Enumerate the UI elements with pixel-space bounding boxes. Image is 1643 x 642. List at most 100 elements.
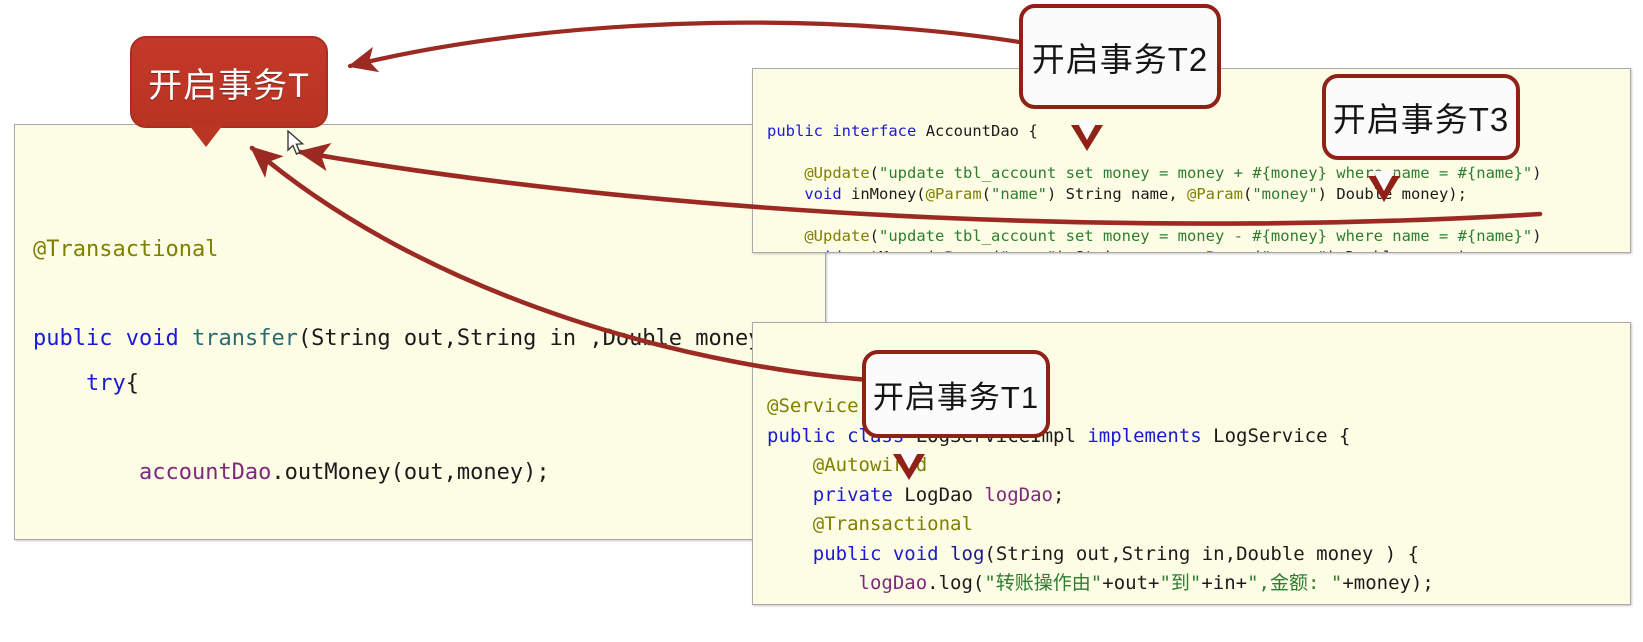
code-token: "update tbl_account set money = money - … — [879, 227, 1533, 245]
code-token: ( — [1242, 185, 1253, 203]
code-token: public — [767, 424, 836, 447]
mouse-pointer-icon — [287, 130, 305, 155]
code-line: @Transactional — [767, 510, 1630, 540]
code-token: outMoney( — [842, 248, 935, 252]
code-token: AccountDao — [925, 122, 1020, 140]
code-token: void — [804, 248, 841, 252]
code-token: LogService { — [1201, 424, 1351, 447]
code-line: accountDao.outMoney(out,money); — [33, 451, 825, 496]
code-token: .outMoney(out,money); — [271, 459, 550, 485]
code-line: void inMoney(@Param("name") String name,… — [767, 184, 1630, 205]
code-token: ) String name, — [1047, 185, 1187, 203]
code-line: @Transactional — [33, 228, 825, 273]
callout-transaction-t2-label: 开启事务T2 — [1031, 40, 1209, 78]
code-token: log — [950, 542, 985, 565]
code-line: void outMoney(@Param("name") String name… — [767, 247, 1630, 252]
code-token: @Param — [1196, 248, 1252, 252]
code-token: public — [33, 326, 113, 351]
code-line: try{ — [33, 362, 825, 407]
code-token: implements — [1087, 424, 1202, 447]
code-token: ) Double money); — [1327, 248, 1476, 252]
code-token: "到" — [1159, 572, 1202, 594]
code-token: void — [892, 542, 939, 565]
code-panel-account-service: @Transactional public void transfer(Stri… — [14, 124, 826, 540]
code-line: @Update("update tbl_account set money = … — [767, 163, 1630, 184]
code-token: ) — [1532, 164, 1542, 182]
diagram-canvas: @Transactional public void transfer(Stri… — [0, 0, 1643, 642]
code-token: (String out,String in ,Double money){ — [297, 326, 789, 351]
callout-transaction-t1[interactable]: 开启事务T1 — [862, 350, 1050, 480]
code-token: ( — [869, 164, 879, 182]
code-token: logDao — [858, 572, 928, 594]
code-token: "转账操作由" — [984, 572, 1103, 594]
code-token: ) — [1532, 227, 1542, 245]
code-token: accountDao — [138, 459, 272, 485]
code-token: private — [812, 483, 893, 506]
code-token: +money); — [1342, 572, 1434, 594]
code-token: inMoney( — [841, 185, 926, 203]
arrow-dao-to-transfer — [347, 20, 1078, 73]
code-token: ",金额: " — [1247, 572, 1343, 594]
code-token: .log( — [927, 572, 985, 594]
callout-transaction-t-label: 开启事务T — [148, 66, 310, 105]
code-line: accountDao.inMoney(in,money); — [33, 540, 825, 541]
code-line: private LogDao logDao; — [767, 481, 1630, 511]
code-token: @Param — [925, 185, 982, 203]
code-token: } — [767, 602, 824, 605]
code-token: @Service — [767, 395, 859, 417]
code-token: @Transactional — [33, 237, 219, 262]
code-line: logDao.log("转账操作由"+out+"到"+in+",金额: "+mo… — [767, 569, 1630, 599]
code-token: (String out,String in,Double money ) { — [984, 542, 1420, 565]
code-token: try — [85, 370, 126, 396]
code-token: @Param — [1186, 185, 1243, 203]
code-token: ( — [869, 227, 879, 245]
code-line: public void transfer(String out,String i… — [33, 317, 825, 362]
code-token: +in+ — [1201, 572, 1248, 594]
callout-transaction-t1-label: 开启事务T1 — [872, 379, 1040, 415]
code-token: "name" — [991, 185, 1047, 203]
callout-tail-t — [189, 125, 223, 147]
code-token: ( — [1252, 248, 1261, 252]
code-line: } — [767, 599, 1630, 605]
callout-transaction-t[interactable]: 开启事务T — [130, 36, 328, 147]
code-token: transfer — [191, 326, 298, 351]
code-token: @Update — [804, 164, 870, 182]
code-token: ) String name, — [1056, 248, 1196, 252]
code-token: interface — [832, 122, 917, 140]
code-token: void — [804, 185, 842, 203]
code-line: @Update("update tbl_account set money = … — [767, 226, 1630, 247]
code-token: public — [767, 122, 823, 140]
code-token: void — [125, 326, 179, 351]
callout-transaction-t3[interactable]: 开启事务T3 — [1322, 74, 1520, 202]
code-token: @Update — [804, 227, 870, 245]
code-token: ; — [1053, 483, 1065, 506]
code-block-service: @Transactional public void transfer(Stri… — [33, 228, 825, 541]
callout-transaction-t2[interactable]: 开启事务T2 — [1019, 4, 1221, 151]
code-token: ( — [991, 248, 1000, 252]
code-line: public void log(String out,String in,Dou… — [767, 540, 1630, 570]
code-token: @Transactional — [812, 513, 973, 535]
callout-transaction-t3-label: 开启事务T3 — [1332, 101, 1510, 138]
code-token: @Param — [935, 248, 991, 252]
code-token: LogDao — [892, 483, 985, 506]
code-token: "money" — [1252, 185, 1318, 203]
